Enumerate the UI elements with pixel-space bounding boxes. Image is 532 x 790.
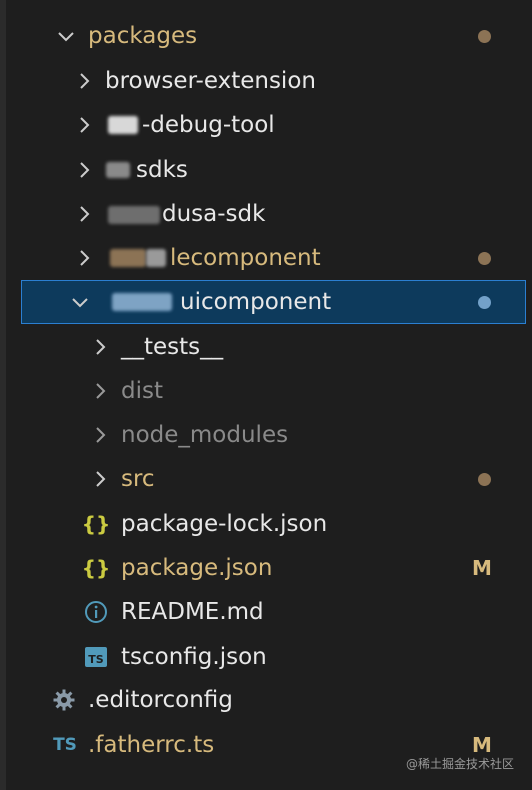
tree-label: browser-extension [105,68,316,94]
chevron-down-icon [68,290,92,314]
chevron-right-icon [72,69,96,93]
watermark: @稀土掘金技术社区 [405,757,514,771]
redacted-text [110,249,146,267]
tree-row-dist[interactable]: dist [0,369,532,413]
tree-row-tests[interactable]: __tests__ [0,325,532,369]
tree-label: package.json [121,555,273,581]
tree-label: package-lock.json [121,511,328,537]
tree-label: -debug-tool [142,112,275,138]
tree-row-readme[interactable]: README.md [0,590,532,634]
tree-label: node_modules [121,422,289,448]
tree-row-uicomponent-selected[interactable]: uicomponent [21,280,526,324]
redacted-text [112,293,172,311]
chevron-right-icon [72,158,96,182]
redacted-text [108,206,160,224]
chevron-right-icon [88,335,112,359]
tree-row-lecomponent[interactable]: lecomponent [0,236,532,280]
tree-label: uicomponent [180,289,332,315]
tree-label: tsconfig.json [121,644,267,670]
tree-label: lecomponent [170,245,321,271]
json-braces-icon: {} [81,512,111,536]
tree-row-packages[interactable]: packages [0,14,532,58]
tree-label: src [121,466,155,492]
chevron-right-icon [88,423,112,447]
chevron-right-icon [72,202,96,226]
tree-row-tsconfig[interactable]: TS tsconfig.json [0,635,532,679]
git-modified-badge: M [472,556,492,580]
ts-file-icon: TS [84,645,108,669]
tree-row-browser-extension[interactable]: browser-extension [0,59,532,103]
modified-dot [478,295,491,309]
ts-file-icon: TS [53,735,77,755]
tree-row-node-modules[interactable]: node_modules [0,413,532,457]
tree-label: packages [88,23,198,49]
redacted-text [146,249,166,267]
chevron-right-icon [88,379,112,403]
chevron-right-icon [72,113,96,137]
json-braces-icon: {} [81,556,111,580]
tree-label: sdks [136,157,188,183]
redacted-text [106,162,130,178]
tree-label: __tests__ [121,334,224,360]
chevron-down-icon [54,24,78,48]
gear-icon [52,688,76,712]
chevron-right-icon [88,467,112,491]
modified-dot [478,29,491,43]
tree-row-src[interactable]: src [0,457,532,501]
tree-label: .fatherrc.ts [88,732,215,758]
tree-label: dusa-sdk [162,201,266,227]
redacted-text [108,116,138,134]
chevron-right-icon [72,246,96,270]
tree-row-debug-tool[interactable]: -debug-tool [0,103,532,147]
tree-row-sdks[interactable]: sdks [0,148,532,192]
tree-row-editorconfig[interactable]: .editorconfig [0,678,532,722]
tree-row-package-lock-json[interactable]: {} package-lock.json [0,502,532,546]
tree-label: dist [121,378,163,404]
tree-row-package-json[interactable]: {} package.json M [0,546,532,590]
info-icon [84,600,108,624]
modified-dot [478,472,491,486]
tree-row-dusa-sdk[interactable]: dusa-sdk [0,192,532,236]
tree-label: .editorconfig [88,687,233,713]
file-explorer-tree: packages browser-extension -debug-tool s… [0,0,532,790]
git-modified-badge: M [472,733,492,757]
modified-dot [478,251,491,265]
tree-label: README.md [121,599,264,625]
